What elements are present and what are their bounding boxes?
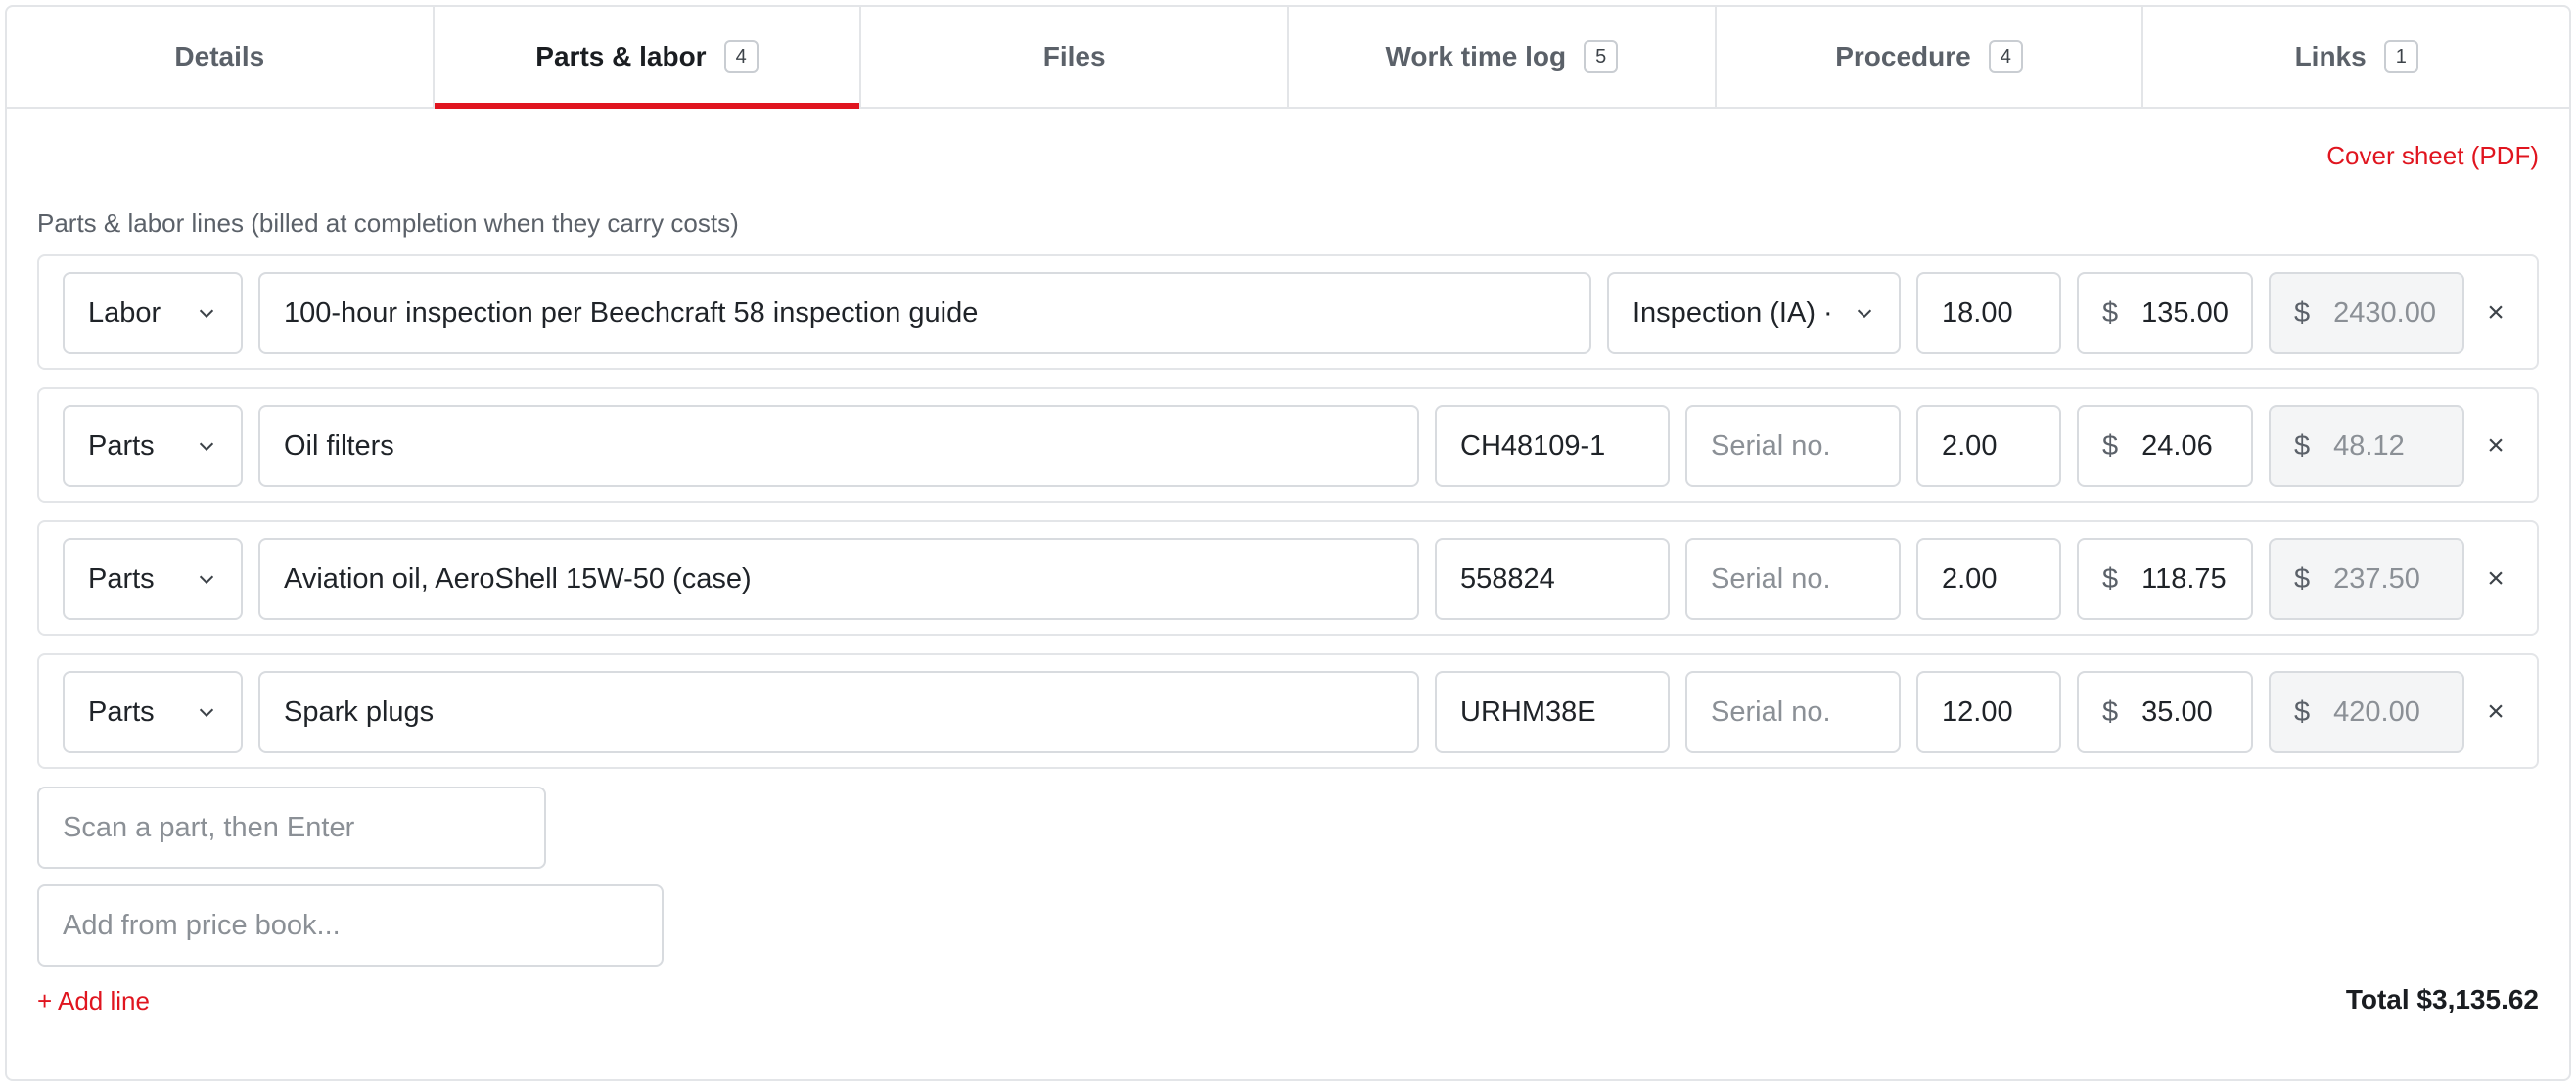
parts-line-row: Parts Aviation oil, AeroShell 15W-50 (ca… [37, 520, 2539, 636]
count-badge: 4 [723, 40, 759, 73]
line-total-field: $48.12 [2269, 405, 2464, 487]
line-type-select[interactable]: Parts [63, 405, 243, 487]
line-total-field: $237.50 [2269, 538, 2464, 620]
line-total-value: 420.00 [2333, 696, 2420, 728]
total-amount: Total $3,135.62 [2345, 984, 2539, 1014]
tab-label: Files [1042, 41, 1106, 71]
add-line-button[interactable]: + Add line [37, 986, 150, 1016]
line-type-select[interactable]: Parts [63, 538, 243, 620]
tab-procedure[interactable]: Procedure 4 [1717, 7, 2144, 107]
parts-line-row: Parts Oil filters CH48109-1 Serial no. 2… [37, 387, 2539, 503]
count-badge: 1 [2383, 40, 2418, 73]
price-book-search-input[interactable]: Add from price book... [37, 884, 664, 967]
parts-line-row: Parts Spark plugs URHM38E Serial no. 12.… [37, 653, 2539, 769]
line-total-value: 48.12 [2333, 429, 2405, 462]
line-type-value: Parts [88, 429, 155, 462]
line-type-value: Parts [88, 696, 155, 728]
tab-work-time-log[interactable]: Work time log 5 [1289, 7, 1717, 107]
tab-label: Links [2294, 41, 2367, 71]
line-type-value: Parts [88, 563, 155, 595]
description-input[interactable]: Aviation oil, AeroShell 15W-50 (case) [258, 538, 1419, 620]
remove-line-button[interactable]: × [2476, 405, 2515, 487]
part-number-input[interactable]: 558824 [1435, 538, 1670, 620]
currency-symbol: $ [2102, 563, 2119, 595]
serial-number-input[interactable]: Serial no. [1685, 671, 1901, 753]
tab-label: Work time log [1385, 41, 1567, 71]
count-badge: 5 [1584, 40, 1619, 73]
tab-label: Procedure [1835, 41, 1971, 71]
scan-part-input[interactable]: Scan a part, then Enter [37, 787, 546, 869]
line-total-field: $2430.00 [2269, 272, 2464, 354]
unit-price-input[interactable]: $135.00 [2077, 272, 2253, 354]
currency-symbol: $ [2294, 429, 2311, 462]
unit-price-value: 24.06 [2141, 429, 2213, 462]
unit-price-input[interactable]: $118.75 [2077, 538, 2253, 620]
chevron-down-icon [199, 309, 214, 319]
count-badge: 4 [1988, 40, 2023, 73]
serial-number-input[interactable]: Serial no. [1685, 538, 1901, 620]
unit-price-input[interactable]: $35.00 [2077, 671, 2253, 753]
part-number-input[interactable]: CH48109-1 [1435, 405, 1670, 487]
description-input[interactable]: Spark plugs [258, 671, 1419, 753]
part-number-input[interactable]: URHM38E [1435, 671, 1670, 753]
line-type-select[interactable]: Parts [63, 671, 243, 753]
unit-price-value: 35.00 [2141, 696, 2213, 728]
chevron-down-icon [199, 442, 214, 452]
line-total-field: $420.00 [2269, 671, 2464, 753]
remove-line-button[interactable]: × [2476, 671, 2515, 753]
tab-links[interactable]: Links 1 [2143, 7, 2569, 107]
chevron-down-icon [199, 708, 214, 718]
rate-category-value: Inspection (IA) · [1633, 296, 1833, 329]
currency-symbol: $ [2102, 429, 2119, 462]
tab-bar: Details Parts & labor 4 Files Work time l… [7, 7, 2569, 109]
currency-symbol: $ [2294, 296, 2311, 329]
tab-parts-and-labor[interactable]: Parts & labor 4 [434, 7, 862, 109]
currency-symbol: $ [2294, 696, 2311, 728]
tab-label: Parts & labor [535, 41, 707, 71]
line-total-value: 237.50 [2333, 563, 2420, 595]
line-type-select[interactable]: Labor [63, 272, 243, 354]
remove-line-button[interactable]: × [2476, 272, 2515, 354]
quantity-input[interactable]: 18.00 [1916, 272, 2061, 354]
description-input[interactable]: 100-hour inspection per Beechcraft 58 in… [258, 272, 1591, 354]
tab-files[interactable]: Files [861, 7, 1290, 107]
unit-price-value: 135.00 [2141, 296, 2229, 329]
labor-line-row: Labor 100-hour inspection per Beechcraft… [37, 254, 2539, 370]
chevron-down-icon [199, 575, 214, 585]
quantity-input[interactable]: 2.00 [1916, 405, 2061, 487]
quantity-input[interactable]: 12.00 [1916, 671, 2061, 753]
rate-category-select[interactable]: Inspection (IA) · [1607, 272, 1901, 354]
tab-label: Details [174, 41, 265, 71]
remove-line-button[interactable]: × [2476, 538, 2515, 620]
line-total-value: 2430.00 [2333, 296, 2436, 329]
unit-price-input[interactable]: $24.06 [2077, 405, 2253, 487]
cover-sheet-pdf-link[interactable]: Cover sheet (PDF) [2326, 141, 2539, 171]
serial-number-input[interactable]: Serial no. [1685, 405, 1901, 487]
section-label: Parts & labor lines (billed at completio… [37, 208, 739, 238]
currency-symbol: $ [2294, 563, 2311, 595]
quantity-input[interactable]: 2.00 [1916, 538, 2061, 620]
chevron-down-icon [1857, 309, 1872, 319]
tab-details[interactable]: Details [7, 7, 435, 107]
line-type-value: Labor [88, 296, 161, 329]
description-input[interactable]: Oil filters [258, 405, 1419, 487]
currency-symbol: $ [2102, 696, 2119, 728]
unit-price-value: 118.75 [2141, 563, 2227, 595]
currency-symbol: $ [2102, 296, 2119, 329]
